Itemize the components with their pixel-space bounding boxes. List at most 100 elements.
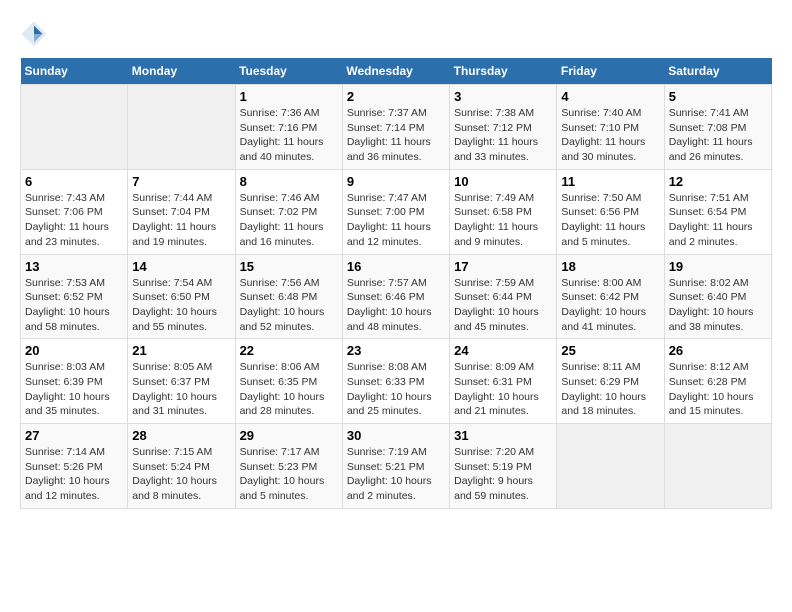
day-info: Sunrise: 7:20 AM Sunset: 5:19 PM Dayligh… — [454, 445, 552, 504]
day-number: 24 — [454, 343, 552, 358]
day-number: 16 — [347, 259, 445, 274]
day-number: 31 — [454, 428, 552, 443]
week-row-1: 1Sunrise: 7:36 AM Sunset: 7:16 PM Daylig… — [21, 85, 772, 170]
day-header-friday: Friday — [557, 58, 664, 85]
header-row: SundayMondayTuesdayWednesdayThursdayFrid… — [21, 58, 772, 85]
day-info: Sunrise: 8:03 AM Sunset: 6:39 PM Dayligh… — [25, 360, 123, 419]
day-info: Sunrise: 7:19 AM Sunset: 5:21 PM Dayligh… — [347, 445, 445, 504]
calendar-cell: 7 Sunrise: 7:44 AM Sunset: 7:04 PM Daylig… — [128, 169, 235, 254]
calendar-cell — [557, 424, 664, 509]
day-info: Sunrise: 8:08 AM Sunset: 6:33 PM Dayligh… — [347, 360, 445, 419]
logo-icon — [20, 20, 48, 48]
day-info: Sunrise: 7:57 AM Sunset: 6:46 PM Dayligh… — [347, 276, 445, 335]
calendar-table: SundayMondayTuesdayWednesdayThursdayFrid… — [20, 58, 772, 509]
day-header-saturday: Saturday — [664, 58, 771, 85]
day-info: Sunrise: 7:37 AM Sunset: 7:14 PM Dayligh… — [347, 106, 445, 165]
day-number: 18 — [561, 259, 659, 274]
calendar-cell: 25Sunrise: 8:11 AM Sunset: 6:29 PM Dayli… — [557, 339, 664, 424]
day-info: Sunrise: 7:17 AM Sunset: 5:23 PM Dayligh… — [240, 445, 338, 504]
day-info: Sunrise: 7:54 AM Sunset: 6:50 PM Dayligh… — [132, 276, 230, 335]
calendar-cell: 19Sunrise: 8:02 AM Sunset: 6:40 PM Dayli… — [664, 254, 771, 339]
calendar-cell: 10 Sunrise: 7:49 AM Sunset: 6:58 PM Dayli… — [450, 169, 557, 254]
calendar-cell: 4Sunrise: 7:40 AM Sunset: 7:10 PM Daylig… — [557, 85, 664, 170]
day-header-thursday: Thursday — [450, 58, 557, 85]
week-row-5: 27 Sunrise: 7:14 AM Sunset: 5:26 PM Dayli… — [21, 424, 772, 509]
calendar-cell: 26 Sunrise: 8:12 AM Sunset: 6:28 PM Dayli… — [664, 339, 771, 424]
day-number: 12 — [669, 174, 767, 189]
calendar-cell — [128, 85, 235, 170]
calendar-cell: 24 Sunrise: 8:09 AM Sunset: 6:31 PM Dayli… — [450, 339, 557, 424]
day-number: 10 — [454, 174, 552, 189]
day-number: 13 — [25, 259, 123, 274]
day-info: Sunrise: 7:14 AM Sunset: 5:26 PM Dayligh… — [25, 445, 123, 504]
day-info: Sunrise: 7:44 AM Sunset: 7:04 PM Dayligh… — [132, 191, 230, 250]
day-number: 28 — [132, 428, 230, 443]
day-number: 29 — [240, 428, 338, 443]
logo — [20, 20, 52, 48]
calendar-cell: 20 Sunrise: 8:03 AM Sunset: 6:39 PM Dayli… — [21, 339, 128, 424]
day-number: 5 — [669, 89, 767, 104]
calendar-cell: 16 Sunrise: 7:57 AM Sunset: 6:46 PM Dayli… — [342, 254, 449, 339]
day-number: 26 — [669, 343, 767, 358]
day-number: 8 — [240, 174, 338, 189]
day-number: 1 — [240, 89, 338, 104]
day-number: 14 — [132, 259, 230, 274]
day-info: Sunrise: 8:05 AM Sunset: 6:37 PM Dayligh… — [132, 360, 230, 419]
day-number: 15 — [240, 259, 338, 274]
day-header-wednesday: Wednesday — [342, 58, 449, 85]
calendar-cell — [21, 85, 128, 170]
day-header-sunday: Sunday — [21, 58, 128, 85]
day-info: Sunrise: 7:15 AM Sunset: 5:24 PM Dayligh… — [132, 445, 230, 504]
week-row-3: 13 Sunrise: 7:53 AM Sunset: 6:52 PM Dayli… — [21, 254, 772, 339]
day-info: Sunrise: 7:40 AM Sunset: 7:10 PM Dayligh… — [561, 106, 659, 165]
calendar-cell: 6 Sunrise: 7:43 AM Sunset: 7:06 PM Daylig… — [21, 169, 128, 254]
day-info: Sunrise: 7:47 AM Sunset: 7:00 PM Dayligh… — [347, 191, 445, 250]
calendar-cell: 27 Sunrise: 7:14 AM Sunset: 5:26 PM Dayli… — [21, 424, 128, 509]
calendar-cell: 9 Sunrise: 7:47 AM Sunset: 7:00 PM Daylig… — [342, 169, 449, 254]
day-number: 23 — [347, 343, 445, 358]
calendar-cell: 22Sunrise: 8:06 AM Sunset: 6:35 PM Dayli… — [235, 339, 342, 424]
day-info: Sunrise: 7:56 AM Sunset: 6:48 PM Dayligh… — [240, 276, 338, 335]
day-number: 17 — [454, 259, 552, 274]
calendar-cell: 31 Sunrise: 7:20 AM Sunset: 5:19 PM Dayli… — [450, 424, 557, 509]
day-info: Sunrise: 7:59 AM Sunset: 6:44 PM Dayligh… — [454, 276, 552, 335]
header — [20, 20, 772, 48]
calendar-cell: 17 Sunrise: 7:59 AM Sunset: 6:44 PM Dayli… — [450, 254, 557, 339]
calendar-cell — [664, 424, 771, 509]
calendar-cell: 15 Sunrise: 7:56 AM Sunset: 6:48 PM Dayli… — [235, 254, 342, 339]
calendar-cell: 5Sunrise: 7:41 AM Sunset: 7:08 PM Daylig… — [664, 85, 771, 170]
week-row-2: 6 Sunrise: 7:43 AM Sunset: 7:06 PM Daylig… — [21, 169, 772, 254]
day-info: Sunrise: 7:53 AM Sunset: 6:52 PM Dayligh… — [25, 276, 123, 335]
day-info: Sunrise: 8:06 AM Sunset: 6:35 PM Dayligh… — [240, 360, 338, 419]
day-info: Sunrise: 7:49 AM Sunset: 6:58 PM Dayligh… — [454, 191, 552, 250]
day-info: Sunrise: 7:38 AM Sunset: 7:12 PM Dayligh… — [454, 106, 552, 165]
day-info: Sunrise: 8:12 AM Sunset: 6:28 PM Dayligh… — [669, 360, 767, 419]
week-row-4: 20 Sunrise: 8:03 AM Sunset: 6:39 PM Dayli… — [21, 339, 772, 424]
day-number: 9 — [347, 174, 445, 189]
calendar-cell: 12Sunrise: 7:51 AM Sunset: 6:54 PM Dayli… — [664, 169, 771, 254]
day-info: Sunrise: 7:46 AM Sunset: 7:02 PM Dayligh… — [240, 191, 338, 250]
calendar-cell: 3 Sunrise: 7:38 AM Sunset: 7:12 PM Daylig… — [450, 85, 557, 170]
day-info: Sunrise: 8:09 AM Sunset: 6:31 PM Dayligh… — [454, 360, 552, 419]
calendar-cell: 1Sunrise: 7:36 AM Sunset: 7:16 PM Daylig… — [235, 85, 342, 170]
calendar-cell: 29 Sunrise: 7:17 AM Sunset: 5:23 PM Dayli… — [235, 424, 342, 509]
day-number: 20 — [25, 343, 123, 358]
day-number: 3 — [454, 89, 552, 104]
calendar-cell: 14 Sunrise: 7:54 AM Sunset: 6:50 PM Dayli… — [128, 254, 235, 339]
day-info: Sunrise: 7:50 AM Sunset: 6:56 PM Dayligh… — [561, 191, 659, 250]
day-number: 2 — [347, 89, 445, 104]
day-number: 30 — [347, 428, 445, 443]
calendar-cell: 23 Sunrise: 8:08 AM Sunset: 6:33 PM Dayli… — [342, 339, 449, 424]
calendar-cell: 13 Sunrise: 7:53 AM Sunset: 6:52 PM Dayli… — [21, 254, 128, 339]
day-number: 11 — [561, 174, 659, 189]
day-number: 6 — [25, 174, 123, 189]
calendar-cell: 18Sunrise: 8:00 AM Sunset: 6:42 PM Dayli… — [557, 254, 664, 339]
day-number: 27 — [25, 428, 123, 443]
day-info: Sunrise: 7:43 AM Sunset: 7:06 PM Dayligh… — [25, 191, 123, 250]
day-number: 7 — [132, 174, 230, 189]
day-info: Sunrise: 8:02 AM Sunset: 6:40 PM Dayligh… — [669, 276, 767, 335]
day-number: 21 — [132, 343, 230, 358]
day-number: 25 — [561, 343, 659, 358]
day-header-tuesday: Tuesday — [235, 58, 342, 85]
calendar-cell: 8 Sunrise: 7:46 AM Sunset: 7:02 PM Daylig… — [235, 169, 342, 254]
